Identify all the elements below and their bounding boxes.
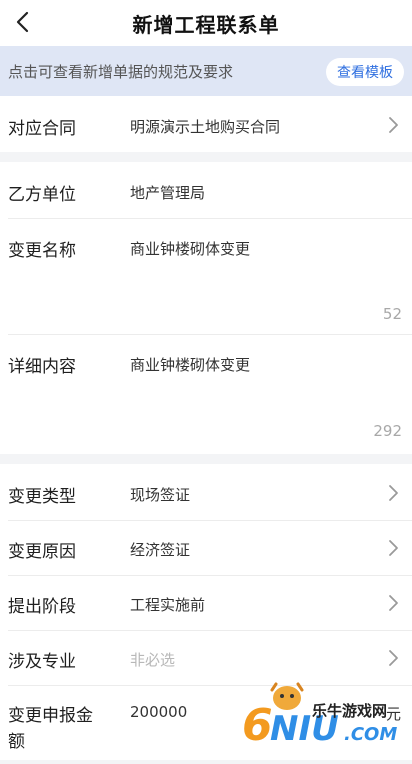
change-name-value: 商业钟楼砌体变更 bbox=[130, 240, 251, 258]
back-button[interactable] bbox=[8, 6, 38, 38]
details-counter: 292 bbox=[373, 422, 402, 440]
party-b-label: 乙方单位 bbox=[8, 185, 76, 205]
amount-label-line2: 额 bbox=[8, 732, 25, 752]
page-title: 新增工程联系单 bbox=[132, 12, 280, 37]
nav-header: 新增工程联系单 bbox=[0, 0, 412, 46]
details-input[interactable]: 商业钟楼砌体变更 bbox=[120, 344, 408, 444]
chevron-right-icon bbox=[389, 117, 398, 133]
form-block-main: 乙方单位 地产管理局 变更名称 商业钟楼砌体变更 52 详细内容 商业钟楼砌体变… bbox=[0, 162, 412, 454]
change-name-input[interactable]: 商业钟楼砌体变更 bbox=[120, 228, 408, 332]
change-type-row[interactable]: 变更类型 现场签证 bbox=[0, 464, 412, 520]
details-value: 商业钟楼砌体变更 bbox=[130, 356, 251, 374]
template-tip-banner[interactable]: 点击可查看新增单据的规范及要求 查看模板 bbox=[0, 46, 412, 96]
cow-mascot-icon: 6 NIU .COM bbox=[242, 682, 397, 751]
chevron-right-icon bbox=[389, 595, 398, 611]
change-name-label: 变更名称 bbox=[8, 241, 76, 261]
contract-row[interactable]: 对应合同 明源演示土地购买合同 bbox=[0, 96, 412, 152]
contract-label: 对应合同 bbox=[8, 119, 76, 139]
watermark-brand: 乐牛游戏网 bbox=[312, 702, 388, 720]
change-type-label: 变更类型 bbox=[8, 487, 76, 507]
change-type-value: 现场签证 bbox=[130, 486, 191, 504]
chevron-right-icon bbox=[389, 650, 398, 666]
change-reason-row[interactable]: 变更原因 经济签证 bbox=[0, 520, 412, 576]
stage-value: 工程实施前 bbox=[130, 596, 206, 614]
specialty-placeholder: 非必选 bbox=[130, 651, 176, 669]
view-template-button[interactable]: 查看模板 bbox=[326, 58, 404, 86]
watermark-logo: 6 NIU .COM 乐牛游戏网 bbox=[240, 682, 412, 760]
stage-label: 提出阶段 bbox=[8, 597, 76, 617]
chevron-left-icon bbox=[16, 11, 29, 33]
svg-text:6: 6 bbox=[242, 700, 273, 751]
details-label: 详细内容 bbox=[8, 357, 76, 377]
contract-value: 明源演示土地购买合同 bbox=[130, 118, 281, 136]
chevron-right-icon bbox=[389, 540, 398, 556]
tip-text: 点击可查看新增单据的规范及要求 bbox=[8, 62, 234, 81]
divider bbox=[8, 334, 412, 335]
change-reason-value: 经济签证 bbox=[130, 541, 191, 559]
chevron-right-icon bbox=[389, 485, 398, 501]
specialty-row[interactable]: 涉及专业 非必选 bbox=[0, 630, 412, 686]
change-reason-label: 变更原因 bbox=[8, 542, 76, 562]
divider bbox=[8, 218, 412, 219]
change-name-counter: 52 bbox=[382, 305, 402, 323]
amount-label-line1: 变更申报金 bbox=[8, 706, 93, 726]
amount-value[interactable]: 200000 bbox=[130, 703, 187, 721]
party-b-value: 地产管理局 bbox=[130, 184, 206, 202]
svg-text:.COM: .COM bbox=[344, 724, 397, 745]
specialty-label: 涉及专业 bbox=[8, 652, 76, 672]
stage-row[interactable]: 提出阶段 工程实施前 bbox=[0, 575, 412, 631]
